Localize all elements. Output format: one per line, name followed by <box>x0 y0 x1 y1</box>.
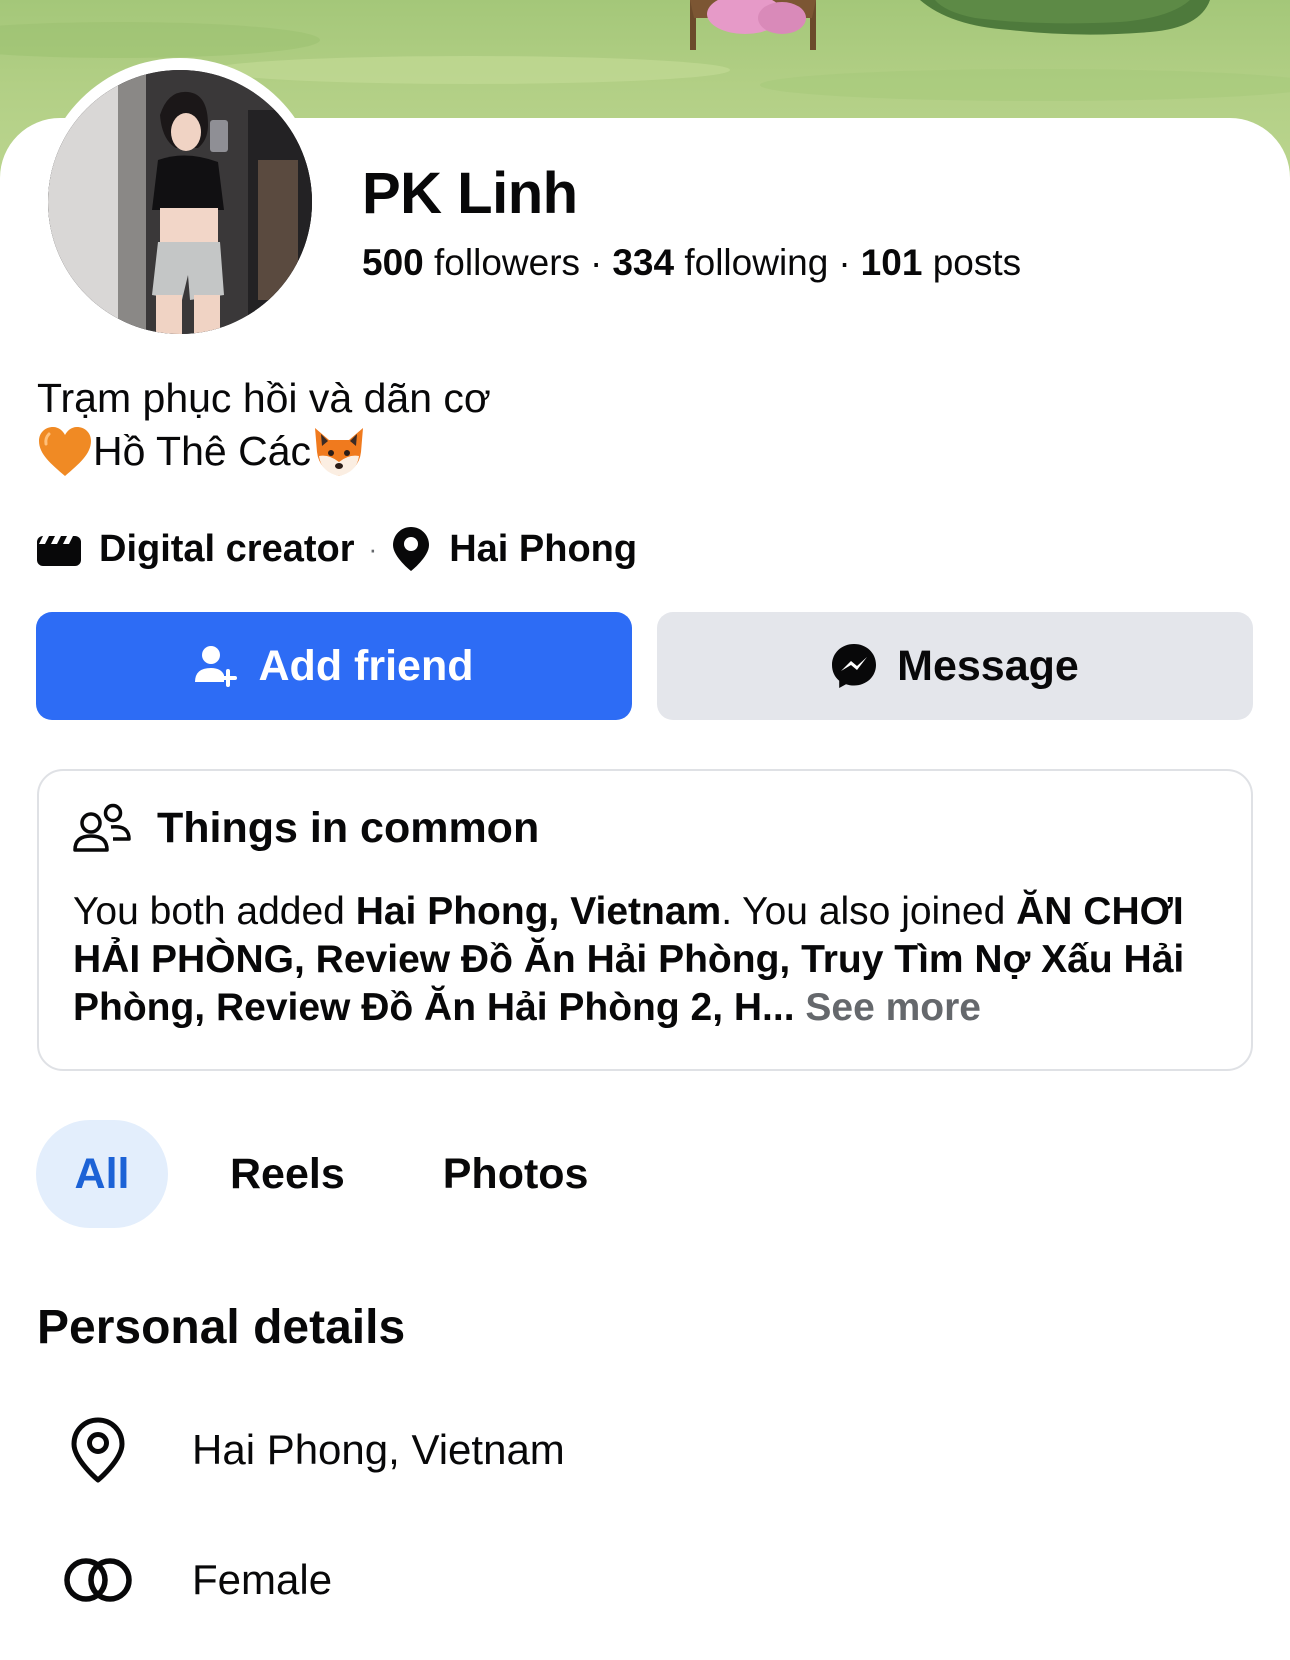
fox-emoji <box>311 426 367 478</box>
following-count[interactable]: 334 <box>612 242 674 283</box>
posts-count: 101 <box>860 242 923 283</box>
message-label: Message <box>897 641 1079 690</box>
profile-bio: Trạm phục hồi và dãn cơ Hồ Thê Các <box>37 372 491 478</box>
detail-location-text: Hai Phong, Vietnam <box>192 1426 565 1473</box>
messenger-icon <box>831 643 877 689</box>
common-text-1: You both added <box>73 890 356 933</box>
add-friend-label: Add friend <box>258 641 474 690</box>
gender-rings-icon <box>60 1556 136 1604</box>
tab-reels[interactable]: Reels <box>230 1120 345 1228</box>
location-text[interactable]: Hai Phong <box>449 528 637 571</box>
things-in-common-title: Things in common <box>157 803 540 852</box>
see-more-link[interactable]: See more <box>795 986 981 1029</box>
stats-separator: · <box>590 242 603 283</box>
stats-separator: · <box>838 242 851 283</box>
profile-meta: Digital creator · Hai Phong <box>37 527 637 571</box>
meta-separator: · <box>368 533 378 564</box>
detail-location[interactable]: Hai Phong, Vietnam <box>60 1410 565 1490</box>
things-in-common-header: Things in common <box>73 803 539 853</box>
avatar-photo <box>48 70 312 334</box>
location-pin-icon <box>393 527 430 571</box>
detail-gender: Female <box>60 1544 332 1616</box>
tab-all[interactable]: All <box>36 1120 168 1228</box>
profile-name: PK Linh <box>362 161 578 226</box>
following-label[interactable]: following <box>684 242 828 283</box>
common-place: Hai Phong, Vietnam <box>355 890 722 933</box>
profile-tabs: All Reels Photos <box>36 1120 588 1228</box>
location-pin-outline-icon <box>60 1417 136 1483</box>
bio-line-2: Hồ Thê Các <box>37 425 491 478</box>
orange-heart-emoji <box>37 426 93 478</box>
posts-label: posts <box>932 242 1022 283</box>
things-in-common-text: You both added Hai Phong, Vietnam. You a… <box>73 888 1223 1032</box>
profile-avatar[interactable] <box>48 70 312 334</box>
message-button[interactable]: Message <box>657 612 1253 720</box>
add-friend-button[interactable]: Add friend <box>36 612 632 720</box>
common-text-2: . You also joined <box>721 890 1017 933</box>
detail-gender-text: Female <box>192 1556 333 1603</box>
personal-details-title: Personal details <box>37 1301 406 1354</box>
followers-count[interactable]: 500 <box>362 242 424 283</box>
category-text: Digital creator <box>99 527 355 570</box>
bio-line-1: Trạm phục hồi và dãn cơ <box>37 375 491 421</box>
bio-line-2-text: Hồ Thê Các <box>93 428 312 474</box>
add-friend-icon <box>194 644 239 688</box>
tab-photos[interactable]: Photos <box>443 1120 589 1228</box>
things-in-common-card[interactable]: Things in common You both added Hai Phon… <box>37 769 1253 1071</box>
clapperboard-icon <box>37 532 81 566</box>
followers-label[interactable]: followers <box>434 242 580 283</box>
profile-stats: 500 followers · 334 following · 101 posts <box>362 242 1021 284</box>
people-icon <box>73 803 131 853</box>
